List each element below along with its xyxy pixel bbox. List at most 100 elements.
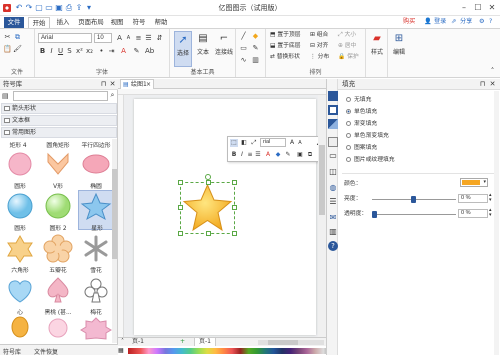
search-icon[interactable]: ⌕ (108, 91, 117, 100)
history-icon[interactable]: ▥ (328, 227, 338, 237)
mini-style-icon[interactable]: ◧ (240, 139, 248, 147)
shape-circle-blue[interactable]: 圆形 (2, 190, 38, 232)
fill-option-pattern[interactable]: 图案填充 (346, 144, 377, 152)
help-panel-icon[interactable]: ? (328, 241, 338, 251)
mini-line-icon[interactable]: ✎ (284, 151, 292, 159)
line-panel-icon[interactable] (328, 105, 338, 115)
copy-icon[interactable]: ⧉ (13, 33, 22, 42)
library-close-icon[interactable]: ✕ (108, 80, 117, 89)
page-panel-icon[interactable]: ▭ (328, 151, 338, 161)
globe-icon[interactable]: ◍ (328, 183, 338, 193)
text-format-icon[interactable]: Ab (145, 47, 154, 56)
transparency-slider-thumb[interactable] (372, 211, 377, 218)
paste-icon[interactable]: 📋 (3, 45, 12, 54)
select-button[interactable]: ➚ 选择 (174, 31, 192, 67)
brightness-input[interactable]: 0 % (458, 194, 488, 203)
size-button[interactable]: ⤢ 大小 (338, 31, 356, 39)
shape-star[interactable]: 星形 (78, 190, 114, 232)
buy-link[interactable]: 购买 (403, 17, 415, 27)
mini-arrange-icon[interactable]: ⧉ (306, 151, 314, 159)
list-panel-icon[interactable]: ☰ (328, 197, 338, 207)
fill-option-solid[interactable]: 单色填充 (346, 108, 377, 116)
resize-handle[interactable] (232, 180, 237, 185)
category-common-shapes[interactable]: 常用图形 (1, 127, 117, 138)
document-tab[interactable]: ▤ 绘图1 × (120, 79, 154, 89)
star-shape[interactable] (180, 182, 235, 234)
tab-insert[interactable]: 插入 (53, 17, 73, 28)
bring-front-button[interactable]: ⬒ 置于顶层 (270, 31, 301, 39)
send-back-button[interactable]: ⬓ 置于底层 (270, 42, 301, 50)
tab-page-layout[interactable]: 页面布局 (77, 17, 105, 28)
line-color-icon[interactable]: ✎ (251, 44, 260, 53)
fill-option-single-gradient[interactable]: 单色渐变填充 (346, 132, 389, 140)
edit-button[interactable]: ⊞ 编辑 (390, 31, 408, 56)
mini-shrink-font-icon[interactable]: A (296, 139, 304, 147)
brightness-slider-thumb[interactable] (411, 196, 416, 203)
mini-italic-icon[interactable]: I (238, 151, 246, 159)
settings-icon[interactable]: ⚙ (479, 17, 485, 27)
bullet-icon[interactable]: • (97, 47, 106, 56)
category-arrows[interactable]: 箭头形状 (1, 103, 117, 114)
tab-view[interactable]: 视图 (108, 17, 126, 28)
bold-icon[interactable]: B (38, 47, 47, 56)
mini-shadow-icon[interactable]: ▣ (296, 151, 304, 159)
color-picker[interactable]: ▾ (460, 178, 488, 187)
drawing-page[interactable] (134, 99, 316, 335)
panel-scrollbar[interactable] (494, 91, 499, 355)
horizontal-scroll-thumb[interactable] (268, 340, 298, 345)
shape-club[interactable]: 梅花 (78, 274, 114, 316)
mini-font-color-icon[interactable]: A (264, 151, 272, 159)
spinner-down-icon[interactable]: ▾ (489, 198, 492, 203)
close-button[interactable]: ✕ (486, 2, 498, 13)
panel-pin-icon[interactable]: ⊓ (478, 80, 487, 89)
center-button[interactable]: ⊕ 居中 (338, 42, 356, 50)
tab-home[interactable]: 开始 (28, 17, 50, 28)
shadow-panel-icon[interactable] (328, 119, 338, 129)
superscript-icon[interactable]: x² (75, 47, 84, 56)
library-pin-icon[interactable]: ⊓ (99, 80, 108, 89)
vertical-scroll-thumb[interactable] (319, 145, 325, 215)
fill-option-texture[interactable]: 图片或纹理填充 (346, 156, 395, 164)
resize-handle[interactable] (178, 180, 183, 185)
curve-tool-icon[interactable]: ∿ (239, 56, 248, 65)
shrink-font-icon[interactable]: A (124, 34, 133, 43)
user-icon[interactable]: 👤 (424, 17, 432, 27)
mini-select-icon[interactable]: ⬚ (230, 139, 238, 147)
shape-seal[interactable] (78, 316, 114, 342)
share-link[interactable]: 分享 (460, 17, 472, 27)
text-button[interactable]: ▤ 文本 (195, 31, 211, 67)
shape-ellipse[interactable]: 椭圆 (78, 148, 114, 190)
spinner-down-icon[interactable]: ▾ (489, 213, 492, 218)
indent-icon[interactable]: ⇥ (107, 47, 116, 56)
panel-close-icon[interactable]: ✕ (488, 80, 497, 89)
mini-size-icon[interactable]: ⤢ (250, 139, 258, 147)
font-size-field[interactable]: 10 (94, 33, 112, 43)
share-icon[interactable]: ⇗ (451, 17, 456, 27)
resize-handle[interactable] (232, 205, 237, 210)
text-direction-icon[interactable]: ⇵ (155, 34, 164, 43)
underline-icon[interactable]: U (56, 47, 65, 56)
replace-shape-button[interactable]: ⇄ 替换形状 (270, 53, 300, 61)
subscript-icon[interactable]: x₂ (85, 47, 94, 56)
group-button[interactable]: ⊞ 组合 (310, 31, 328, 39)
mini-font-field[interactable]: rial (260, 138, 286, 147)
transparency-slider[interactable] (372, 214, 456, 215)
connector-button[interactable]: ⌐ 连接线 (213, 31, 235, 67)
italic-icon[interactable]: I (47, 47, 56, 56)
rotate-handle[interactable] (205, 174, 211, 180)
close-tab-icon[interactable]: × (146, 80, 151, 89)
library-scroll-thumb[interactable] (112, 169, 117, 259)
fill-panel-icon[interactable] (328, 91, 338, 101)
minimize-button[interactable]: – (458, 2, 470, 13)
help-icon[interactable]: ? (489, 17, 492, 27)
transparency-input[interactable]: 0 % (458, 209, 488, 218)
highlight-icon[interactable]: ✎ (132, 47, 141, 56)
line-tool-icon[interactable]: ╱ (239, 32, 248, 41)
shape-balloon[interactable] (2, 316, 38, 342)
distribute-button[interactable]: ⋮ 分布 (310, 53, 329, 61)
tab-help[interactable]: 帮助 (152, 17, 170, 28)
login-link[interactable]: 登录 (434, 17, 446, 27)
horizontal-scrollbar[interactable] (258, 340, 324, 345)
format-painter-icon[interactable]: 🖌 (13, 45, 22, 54)
style-button[interactable]: ▰ 样式 (368, 31, 386, 56)
